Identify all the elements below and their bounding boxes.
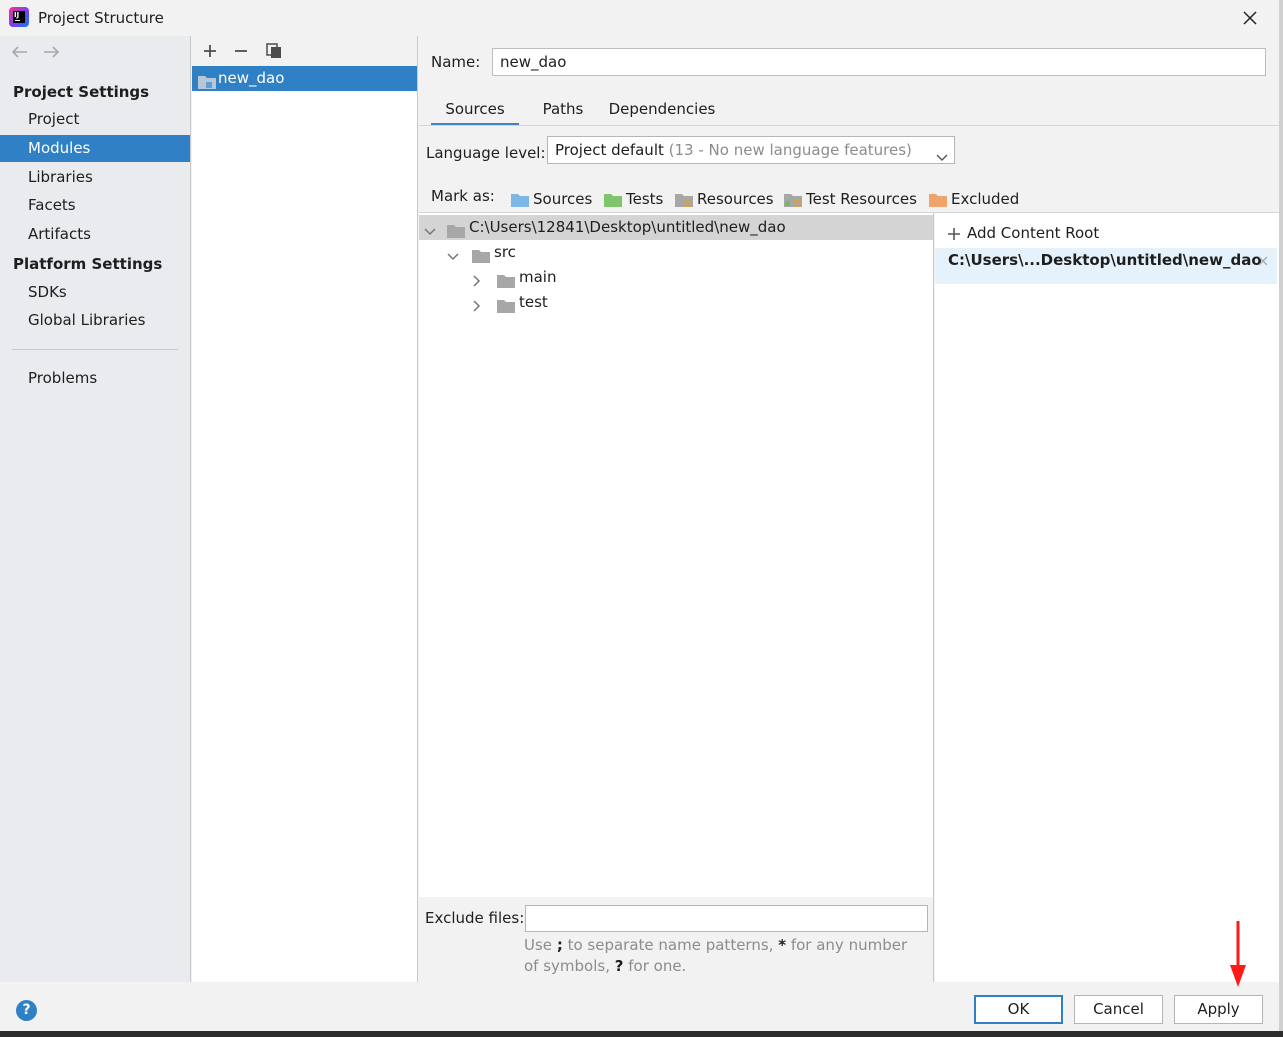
plus-icon: [947, 226, 961, 246]
mark-sources-label: Sources: [533, 190, 593, 208]
cancel-button[interactable]: Cancel: [1074, 995, 1163, 1024]
mark-test-resources-label: Test Resources: [806, 190, 917, 208]
project-settings-heading: Project Settings: [13, 83, 150, 101]
tab-sources[interactable]: Sources: [431, 96, 519, 126]
nav-divider: [12, 349, 178, 350]
name-label: Name:: [431, 53, 481, 71]
content-roots-panel: Add Content Root C:\Users\...Desktop\unt…: [935, 213, 1283, 982]
copy-icon[interactable]: [264, 41, 284, 61]
source-tree: C:\Users\12841\Desktop\untitled\new_dao …: [419, 213, 934, 897]
settings-nav: Project Settings Project Modules Librari…: [0, 36, 191, 982]
tree-row-label: C:\Users\12841\Desktop\untitled\new_dao: [469, 218, 786, 236]
nav-item-modules[interactable]: Modules: [0, 135, 190, 162]
red-arrow-annotation-icon: [1227, 919, 1249, 993]
tab-dependencies[interactable]: Dependencies: [607, 96, 717, 126]
tree-row-src[interactable]: src: [419, 240, 933, 265]
chevron-right-icon[interactable]: [471, 296, 483, 321]
remove-root-icon[interactable]: [1257, 253, 1269, 271]
arrow-left-icon[interactable]: [10, 44, 30, 60]
content-root-label: C:\Users\...Desktop\untitled\new_dao: [948, 251, 1262, 269]
tree-row-content-root[interactable]: C:\Users\12841\Desktop\untitled\new_dao: [419, 215, 933, 240]
tab-paths[interactable]: Paths: [533, 96, 593, 126]
modules-toolbar: [192, 36, 417, 66]
apply-button[interactable]: Apply: [1174, 995, 1263, 1024]
nav-item-facets[interactable]: Facets: [0, 192, 190, 219]
ok-button[interactable]: OK: [974, 995, 1063, 1024]
arrow-right-icon[interactable]: [41, 44, 61, 60]
window-edge: [1279, 0, 1283, 1037]
platform-settings-heading: Platform Settings: [13, 255, 163, 273]
folder-icon: [497, 296, 515, 321]
module-item-label: new_dao: [218, 69, 285, 87]
tree-row-label: test: [519, 293, 548, 311]
sources-folder-icon: [511, 191, 529, 213]
tree-row-main[interactable]: main: [419, 265, 933, 290]
tests-folder-icon: [604, 191, 622, 213]
nav-item-project[interactable]: Project: [0, 106, 190, 133]
language-level-label: Language level:: [426, 144, 546, 162]
minus-icon[interactable]: [231, 41, 251, 61]
mark-resources-label: Resources: [697, 190, 774, 208]
mark-tests-label: Tests: [626, 190, 664, 208]
excluded-folder-icon: [929, 191, 947, 213]
title-bar: IJ Project Structure: [0, 0, 1283, 36]
resources-folder-icon: [675, 191, 693, 213]
module-name-input[interactable]: new_dao: [492, 48, 1266, 76]
intellij-logo-icon: IJ: [9, 7, 29, 27]
exclude-files-label: Exclude files:: [425, 909, 525, 927]
taskbar-edge: [0, 1031, 1283, 1037]
mark-as-label: Mark as:: [431, 187, 495, 205]
exclude-files-area: Exclude files: Use ; to separate name pa…: [419, 897, 934, 982]
plus-icon[interactable]: [200, 41, 220, 61]
language-level-value: Project default: [555, 141, 664, 159]
tree-row-label: src: [494, 243, 516, 261]
add-content-root-label: Add Content Root: [967, 224, 1100, 242]
tree-row-label: main: [519, 268, 557, 286]
test-resources-folder-icon: [784, 191, 802, 213]
module-folder-icon: [198, 72, 216, 97]
module-item-new-dao[interactable]: new_dao: [192, 66, 417, 91]
modules-panel: new_dao: [192, 36, 418, 982]
close-icon[interactable]: [1238, 6, 1262, 30]
nav-item-global-libraries[interactable]: Global Libraries: [0, 307, 190, 334]
mark-excluded-label: Excluded: [951, 190, 1020, 208]
window-title: Project Structure: [38, 9, 164, 27]
module-settings: Name: new_dao Sources Paths Dependencies…: [419, 36, 1283, 982]
tree-row-test[interactable]: test: [419, 290, 933, 315]
content-root-item[interactable]: C:\Users\...Desktop\untitled\new_dao: [935, 248, 1277, 284]
nav-item-libraries[interactable]: Libraries: [0, 164, 190, 191]
chevron-down-icon: [936, 144, 948, 163]
dialog-footer: ? OK Cancel Apply: [0, 982, 1283, 1037]
help-icon[interactable]: ?: [16, 1000, 37, 1021]
tabs-divider: [419, 125, 1281, 126]
exclude-files-hint: Use ; to separate name patterns, * for a…: [524, 936, 908, 975]
language-level-select[interactable]: Project default (13 - No new language fe…: [547, 136, 955, 164]
nav-item-sdks[interactable]: SDKs: [0, 279, 190, 306]
exclude-files-input[interactable]: [525, 905, 928, 932]
nav-item-problems[interactable]: Problems: [0, 365, 190, 392]
language-level-hint: (13 - No new language features): [668, 141, 912, 159]
nav-item-artifacts[interactable]: Artifacts: [0, 221, 190, 248]
